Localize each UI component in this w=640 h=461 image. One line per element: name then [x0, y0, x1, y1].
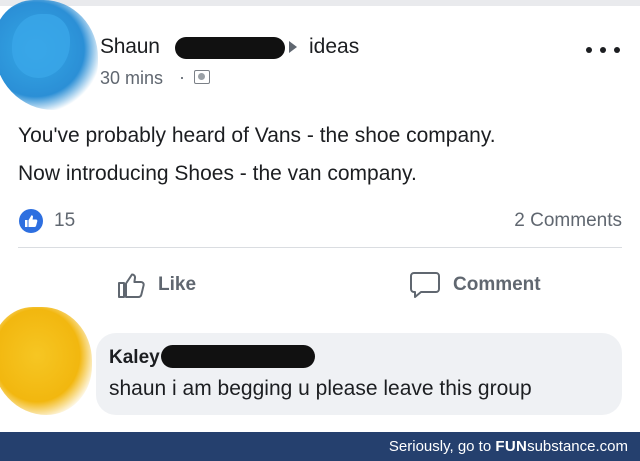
- like-button[interactable]: Like: [116, 270, 196, 300]
- watermark-prefix: Seriously, go to: [388, 438, 496, 455]
- comment-button[interactable]: Comment: [409, 270, 541, 300]
- post-card: Shaun ideas 30 mins · You've probably he…: [0, 0, 640, 311]
- thumbs-up-icon: [118, 273, 145, 298]
- group-privacy-icon: [194, 70, 210, 84]
- post-text-line: Now introducing Shoes - the van company.: [18, 162, 417, 185]
- watermark-brand-part: .com: [595, 438, 628, 455]
- comment-count-link[interactable]: 2 Comments: [514, 210, 622, 232]
- like-reaction-icon[interactable]: [19, 209, 43, 233]
- group-arrow-icon: [289, 41, 297, 53]
- post-text-line: You've probably heard of Vans - the shoe…: [18, 124, 496, 147]
- author-avatar-obscured[interactable]: [0, 0, 98, 110]
- comment-section: Kaley shaun i am begging u please leave …: [0, 307, 640, 432]
- commenter-avatar-obscured[interactable]: [0, 307, 92, 415]
- redaction-bar: [161, 345, 315, 368]
- divider: [18, 247, 622, 248]
- meta-separator: ·: [179, 67, 185, 87]
- post-timestamp[interactable]: 30 mins: [100, 68, 163, 89]
- more-options-icon[interactable]: [586, 44, 620, 56]
- comment-button-label: Comment: [453, 274, 541, 295]
- watermark-footer: Seriously, go to FUNsubstance.com: [0, 432, 640, 461]
- watermark-text: Seriously, go to FUNsubstance.com: [389, 438, 628, 455]
- group-name-link[interactable]: ideas: [309, 35, 359, 59]
- speech-bubble-icon: [410, 272, 440, 298]
- watermark-brand-part: FUN: [495, 438, 528, 455]
- post-author-name[interactable]: Shaun: [100, 35, 160, 59]
- watermark-brand-part: substance: [527, 438, 596, 455]
- commenter-name[interactable]: Kaley: [109, 347, 160, 369]
- comment-bubble: Kaley shaun i am begging u please leave …: [96, 333, 622, 415]
- like-button-label: Like: [158, 274, 197, 295]
- redaction-bar: [175, 37, 285, 59]
- reaction-count[interactable]: 15: [54, 210, 75, 232]
- comment-text: shaun i am begging u please leave this g…: [109, 377, 532, 400]
